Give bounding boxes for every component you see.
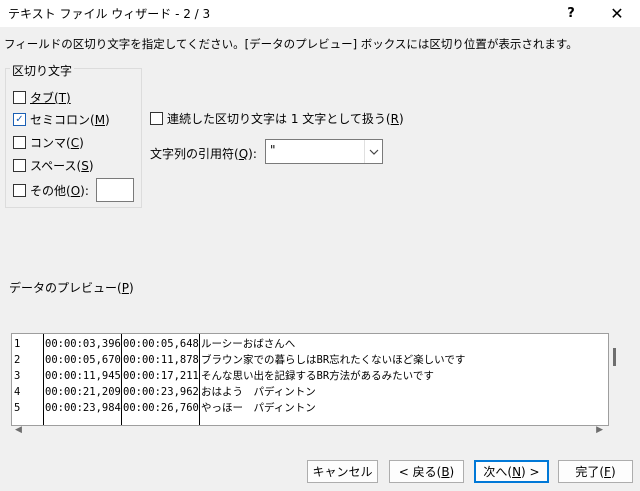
consecutive-checkbox-label: 連続した区切り文字は 1 文字として扱う(R) [167,112,404,126]
delimiter-group-label: 区切り文字 [10,62,75,79]
qualifier-select[interactable]: " [265,139,383,164]
question-mark-icon: ? [567,6,575,21]
preview-label: データのプレビュー(P) [9,281,134,295]
horizontal-scrollbar[interactable]: ◀ ▶ [11,424,607,438]
chevron-down-icon[interactable] [364,140,382,163]
close-icon: ✕ [610,4,624,23]
triangle-left-icon[interactable]: ◀ [15,425,22,435]
tab-checkbox[interactable]: タブ(T) [13,89,71,106]
other-delimiter-input[interactable] [96,178,134,202]
semicolon-checkbox-label: セミコロン(M) [30,113,110,127]
help-button[interactable]: ? [556,0,586,27]
other-checkbox[interactable]: その他(O): [13,182,89,199]
checkmark-icon[interactable]: ✓ [13,113,26,126]
finish-button[interactable]: 完了(F) [558,460,633,483]
column-break[interactable] [43,334,44,425]
space-checkbox[interactable]: スペース(S) [13,157,94,174]
cancel-button[interactable]: キャンセル [307,460,378,483]
column-break[interactable] [121,334,122,425]
back-button[interactable]: < 戻る(B) [389,460,464,483]
tab-checkbox-label: タブ(T) [30,91,71,105]
space-checkbox-label: スペース(S) [30,159,94,173]
consecutive-checkbox[interactable]: 連続した区切り文字は 1 文字として扱う(R) [150,110,404,127]
vertical-scrollbar-thumb[interactable] [613,348,616,366]
instruction-text: フィールドの区切り文字を指定してください。[データのプレビュー] ボックスには区… [4,37,578,51]
next-button[interactable]: 次へ(N) > [474,460,549,483]
checkbox-box[interactable] [13,91,26,104]
preview-box[interactable]: 1 00:00:03,396 00:00:05,648 ルーシーおばさんへ 2 … [11,333,609,426]
checkbox-box[interactable] [13,136,26,149]
other-checkbox-label: その他(O): [30,184,89,198]
triangle-right-icon[interactable]: ▶ [596,425,603,435]
close-button[interactable]: ✕ [600,0,634,27]
checkbox-box[interactable] [150,112,163,125]
checkbox-box[interactable] [13,159,26,172]
column-break[interactable] [199,334,200,425]
window-title: テキスト ファイル ウィザード - 2 / 3 [8,7,211,21]
comma-checkbox-label: コンマ(C) [30,136,84,150]
checkbox-box[interactable] [13,184,26,197]
qualifier-label: 文字列の引用符(Q): [150,147,257,161]
comma-checkbox[interactable]: コンマ(C) [13,134,84,151]
qualifier-value: " [270,143,276,157]
semicolon-checkbox[interactable]: ✓ セミコロン(M) [13,111,110,128]
